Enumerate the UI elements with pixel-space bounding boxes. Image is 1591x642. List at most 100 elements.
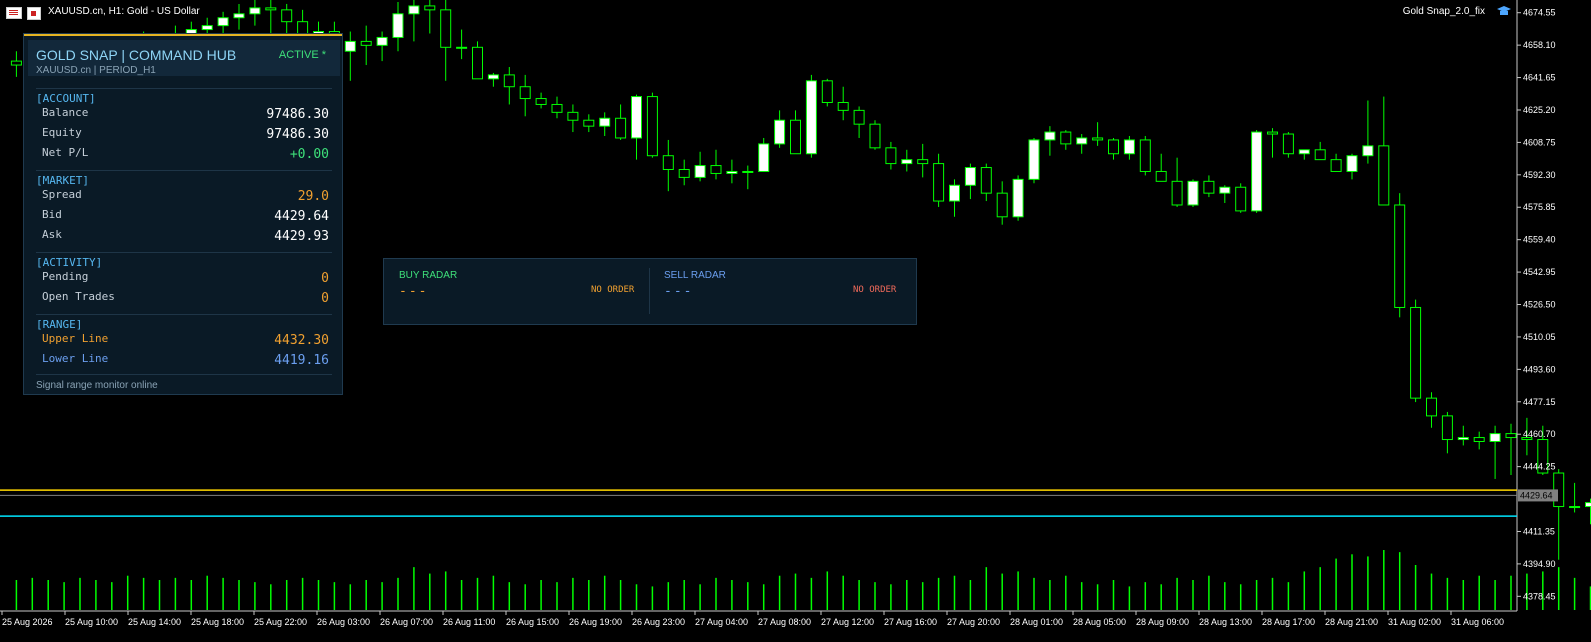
candle-body	[1012, 178, 1024, 218]
buy-radar-value: ---	[399, 284, 429, 299]
candle-body	[615, 117, 627, 139]
candle-body	[1330, 159, 1342, 172]
price-tick-label: 4625.20	[1523, 105, 1556, 115]
bid-value: 4429.64	[274, 209, 329, 224]
upper-line-value: 4432.30	[274, 333, 329, 348]
time-tick-label: 31 Aug 06:00	[1451, 617, 1504, 627]
section-activity: [ACTIVITY]	[36, 256, 103, 269]
lower-line-value: 4419.16	[274, 353, 329, 368]
candle-body	[10, 60, 22, 66]
candle-body	[1219, 186, 1231, 194]
candle-body	[1298, 149, 1310, 155]
candle-body	[551, 103, 563, 113]
candle-body	[503, 74, 515, 88]
status-badge: ACTIVE *	[278, 49, 326, 61]
candle-body	[344, 40, 356, 52]
candle-body	[774, 119, 786, 145]
candle-body	[1489, 433, 1501, 442]
chart-title-bar: XAUUSD.cn, H1: Gold - US Dollar	[0, 0, 1520, 22]
spread-value: 29.0	[297, 189, 329, 204]
candle-body	[472, 46, 483, 80]
time-tick-label: 27 Aug 20:00	[947, 617, 1000, 627]
graduation-cap-icon[interactable]	[1497, 5, 1511, 17]
equity-label: Equity	[42, 126, 82, 139]
pending-value: 0	[321, 271, 329, 286]
net-pl-label: Net P/L	[42, 146, 89, 159]
spread-label: Spread	[42, 188, 82, 201]
candle-body	[742, 170, 754, 173]
time-tick-label: 27 Aug 16:00	[884, 617, 937, 627]
time-tick-label: 26 Aug 23:00	[632, 617, 685, 627]
current-price-label: 4429.64	[1520, 490, 1553, 500]
candle-body	[710, 165, 722, 174]
candle-body	[1410, 306, 1422, 399]
open-trades-label: Open Trades	[42, 290, 115, 303]
candle-body	[805, 80, 817, 155]
candle-body	[853, 109, 865, 125]
candle-body	[964, 167, 976, 186]
balance-value: 97486.30	[266, 107, 329, 122]
buy-radar-state: NO ORDER	[591, 285, 635, 295]
price-tick-label: 4542.95	[1523, 267, 1556, 277]
time-tick-label: 28 Aug 01:00	[1010, 617, 1063, 627]
price-tick-label: 4477.15	[1523, 397, 1556, 407]
candle-body	[901, 159, 913, 165]
candle-body	[1473, 437, 1485, 442]
candle-body	[1203, 180, 1215, 194]
price-tick-label: 4378.45	[1523, 591, 1556, 601]
candle-body	[535, 98, 547, 105]
panel-subtitle: XAUUSD.cn | PERIOD_H1	[36, 65, 156, 76]
time-tick-label: 26 Aug 15:00	[506, 617, 559, 627]
candle-body	[869, 123, 881, 149]
candle-body	[1426, 397, 1437, 417]
candle-body	[678, 169, 690, 178]
candle-body	[1378, 145, 1390, 206]
pending-label: Pending	[42, 270, 89, 283]
candle-body	[631, 96, 642, 139]
price-tick-label: 4510.05	[1523, 332, 1556, 342]
candle-body	[646, 96, 658, 157]
time-tick-label: 26 Aug 07:00	[380, 617, 433, 627]
time-tick-label: 26 Aug 11:00	[443, 617, 495, 627]
time-tick-label: 27 Aug 08:00	[758, 617, 811, 627]
price-tick-label: 4674.55	[1523, 8, 1556, 18]
time-tick-label: 28 Aug 17:00	[1262, 617, 1315, 627]
candle-body	[1139, 139, 1151, 172]
candle-body	[1282, 133, 1294, 155]
candle-body	[996, 192, 1008, 218]
ask-label: Ask	[42, 228, 62, 241]
candle-body	[1076, 137, 1088, 145]
divider	[36, 170, 332, 171]
candle-body	[519, 86, 531, 100]
time-tick-label: 25 Aug 22:00	[254, 617, 307, 627]
time-tick-label: 26 Aug 03:00	[317, 617, 370, 627]
price-tick-label: 4608.75	[1523, 137, 1556, 147]
divider	[36, 252, 332, 253]
candle-body	[1267, 131, 1278, 135]
panel-accent-bar	[24, 34, 342, 36]
price-tick-label: 4394.90	[1523, 559, 1556, 569]
bid-label: Bid	[42, 208, 62, 221]
price-tick-label: 4641.65	[1523, 73, 1556, 83]
open-trades-value: 0	[321, 291, 329, 306]
expert-advisor-name[interactable]: Gold Snap_2.0_fix	[1403, 6, 1485, 17]
time-tick-label: 31 Aug 02:00	[1388, 617, 1441, 627]
candle-body	[1569, 506, 1581, 509]
candle-body	[376, 36, 388, 46]
time-tick-label: 25 Aug 14:00	[128, 617, 181, 627]
candle-body	[821, 80, 833, 103]
time-tick-label: 25 Aug 10:00	[65, 617, 118, 627]
candle-body	[885, 147, 897, 165]
time-tick-label: 27 Aug 04:00	[695, 617, 748, 627]
candle-body	[1362, 145, 1374, 157]
time-tick-label: 26 Aug 19:00	[569, 617, 622, 627]
candle-body	[1060, 131, 1072, 145]
candle-body	[726, 170, 738, 174]
candle-body	[1457, 437, 1469, 441]
candle-body	[1092, 137, 1104, 141]
net-pl-value: +0.00	[289, 147, 329, 162]
panel-title: GOLD SNAP | COMMAND HUB	[36, 47, 237, 63]
trade-level-icon[interactable]	[27, 7, 41, 20]
divider	[36, 88, 332, 89]
chart-window-icon[interactable]	[6, 7, 22, 19]
